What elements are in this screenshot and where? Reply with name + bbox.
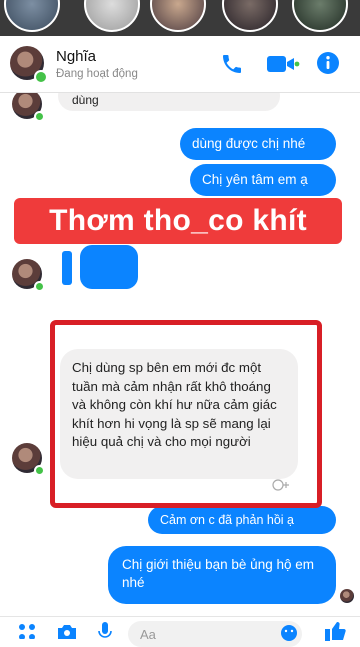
highlight-box [50, 320, 322, 508]
camera-icon[interactable] [56, 623, 78, 639]
conversation-header: Nghĩa Đang hoạt động [0, 36, 360, 93]
outgoing-message[interactable]: dùng được chị nhé [180, 128, 336, 160]
online-indicator [34, 70, 48, 84]
contact-status: Đang hoạt động [56, 68, 138, 80]
thumbs-up-icon[interactable] [62, 245, 152, 289]
phone-icon[interactable] [220, 52, 244, 76]
video-call-icon[interactable] [266, 53, 300, 75]
like-icon[interactable] [324, 621, 346, 641]
info-icon[interactable] [316, 51, 340, 75]
overlay-title: Thơm tho_co khít [14, 198, 342, 244]
chat-head-avatar[interactable] [222, 0, 278, 32]
grid-menu-icon[interactable] [18, 623, 38, 639]
seen-avatar [340, 589, 354, 603]
chat-head-avatar[interactable] [84, 0, 140, 32]
chat-head-avatar[interactable] [150, 0, 206, 32]
chat-head-avatar[interactable] [4, 0, 60, 32]
emoji-icon[interactable] [280, 624, 298, 642]
online-indicator [34, 111, 45, 122]
outgoing-message[interactable]: Cảm ơn c đã phản hồi ạ [148, 506, 336, 534]
online-indicator [34, 281, 45, 292]
incoming-message[interactable]: dùng [58, 93, 280, 111]
outgoing-message[interactable]: Chị giới thiệu bạn bè ủng hộ em nhé [108, 546, 336, 604]
chat-head-avatar[interactable] [292, 0, 348, 32]
microphone-icon[interactable] [98, 622, 112, 640]
contact-name[interactable]: Nghĩa [56, 48, 96, 65]
chat-heads-bar [0, 0, 360, 36]
online-indicator [34, 465, 45, 476]
outgoing-message[interactable]: Chị yên tâm em ạ [190, 164, 336, 196]
message-input[interactable]: Aa [128, 621, 302, 647]
message-composer: Aa [0, 616, 360, 647]
